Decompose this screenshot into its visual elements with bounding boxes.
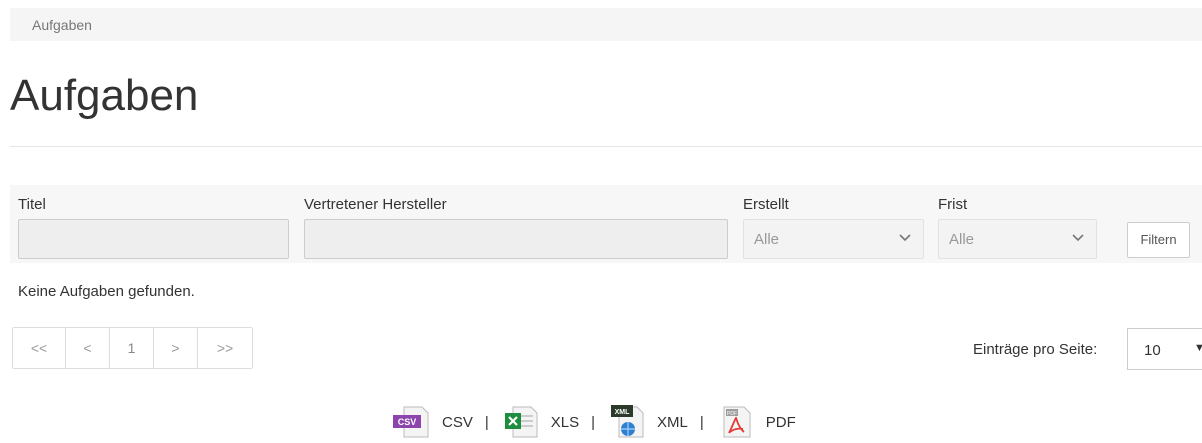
erstellt-select[interactable]: Alle [743,219,924,259]
title-divider [10,146,1202,147]
csv-file-icon: CSV [393,406,429,438]
titel-label: Titel [18,196,46,213]
frist-select-value: Alle [949,231,975,248]
export-pdf-link[interactable]: PDF PDF [716,405,796,439]
chevron-down-icon [1072,234,1084,242]
xml-file-icon: XML [611,405,644,438]
pdf-badge-text: PDF [727,411,737,417]
pagination: << < 1 > >> [12,327,253,369]
export-separator: | [699,413,704,431]
frist-label: Frist [938,196,968,213]
pagination-prev[interactable]: < [66,328,110,368]
per-page-label: Einträge pro Seite: [973,341,1098,358]
empty-results-message: Keine Aufgaben gefunden. [18,283,195,300]
export-xml-label: XML [657,413,688,431]
pagination-first[interactable]: << [13,328,66,368]
pagination-page-1[interactable]: 1 [110,328,154,368]
chevron-down-icon [899,234,911,242]
breadcrumb: Aufgaben [10,8,1202,41]
titel-input[interactable] [18,219,289,259]
export-xls-label: XLS [550,413,580,431]
export-separator: | [484,413,489,431]
xls-file-icon [504,406,538,438]
export-csv-label: CSV [442,413,473,431]
pdf-file-icon: PDF [723,406,751,438]
csv-badge-text: CSV [398,417,417,427]
per-page-select[interactable]: 10 ▼ [1127,328,1202,370]
export-pdf-label: PDF [765,413,796,431]
breadcrumb-item-aufgaben[interactable]: Aufgaben [32,17,92,33]
pagination-last[interactable]: >> [198,328,252,368]
caret-down-icon: ▼ [1194,342,1202,354]
export-csv-link[interactable]: CSV CSV [392,405,473,439]
erstellt-label: Erstellt [743,196,789,213]
export-separator: | [591,413,596,431]
frist-select[interactable]: Alle [938,219,1097,259]
filter-button[interactable]: Filtern [1127,222,1190,258]
xml-badge-text: XML [615,409,631,416]
hersteller-label: Vertretener Hersteller [304,196,447,213]
export-links: CSV CSV | XLS | XML XML | PDF PDF [392,405,796,439]
export-xls-link[interactable]: XLS [501,405,579,439]
page-title: Aufgaben [10,71,199,120]
pagination-next[interactable]: > [154,328,198,368]
export-xml-link[interactable]: XML XML [607,405,688,439]
per-page-value: 10 [1144,342,1161,359]
hersteller-input[interactable] [304,219,728,259]
erstellt-select-value: Alle [754,231,780,248]
